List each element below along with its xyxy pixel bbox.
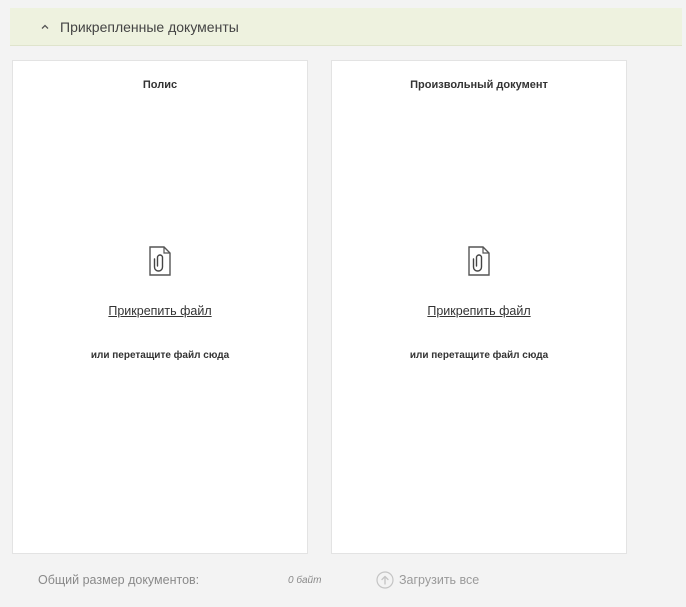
document-card-arbitrary[interactable]: Произвольный документ Прикрепить файл ил… <box>331 60 627 554</box>
drop-hint-text: или перетащите файл сюда <box>90 350 230 361</box>
document-title: Произвольный документ <box>410 79 548 91</box>
document-title: Полис <box>142 79 178 91</box>
paperclip-document-icon <box>467 246 491 276</box>
document-card-policy[interactable]: Полис Прикрепить файл или перетащите фай… <box>12 60 308 554</box>
attach-file-link[interactable]: Прикрепить файл <box>332 304 626 318</box>
total-size-label: Общий размер документов: <box>38 573 200 587</box>
attach-file-link[interactable]: Прикрепить файл <box>13 304 307 318</box>
upload-icon <box>376 571 394 589</box>
drop-hint-text: или перетащите файл сюда <box>409 350 549 361</box>
chevron-up-icon[interactable] <box>38 20 52 34</box>
total-size-value: 0 байт <box>288 574 322 586</box>
section-title: Прикрепленные документы <box>60 18 239 35</box>
paperclip-document-icon <box>148 246 172 276</box>
upload-all-button[interactable]: Загрузить все <box>376 571 479 589</box>
attached-documents-header[interactable]: Прикрепленные документы <box>10 8 682 46</box>
upload-all-label: Загрузить все <box>399 573 480 587</box>
documents-footer: Общий размер документов: 0 байт Загрузит… <box>38 568 479 592</box>
